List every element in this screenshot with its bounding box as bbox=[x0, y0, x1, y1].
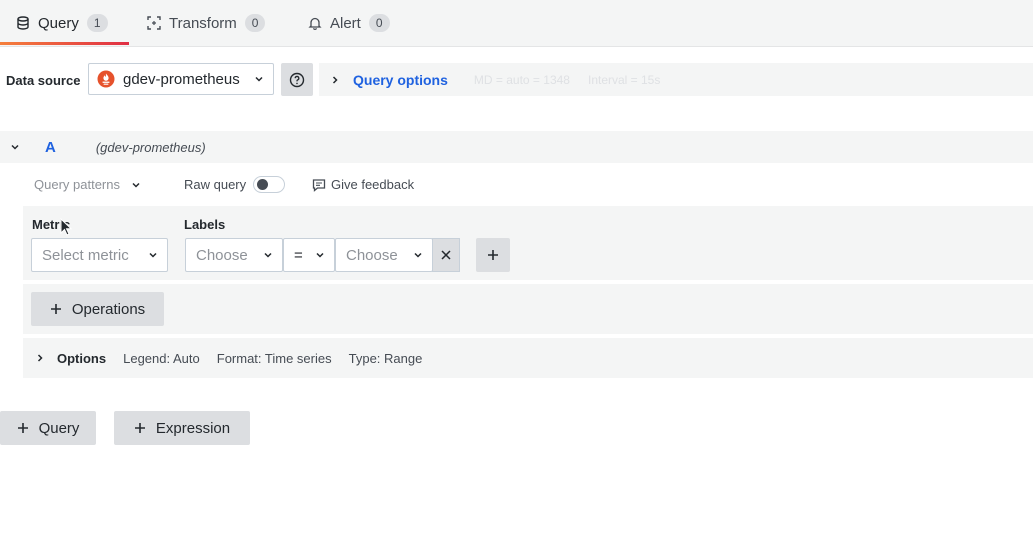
add-label-button[interactable] bbox=[476, 238, 510, 272]
add-expression-button[interactable]: Expression bbox=[114, 411, 250, 445]
tab-query-count: 1 bbox=[86, 14, 108, 32]
give-feedback-label: Give feedback bbox=[331, 177, 415, 192]
active-tab-indicator bbox=[0, 42, 129, 45]
metric-labels-panel bbox=[23, 206, 1033, 280]
query-ref-id[interactable]: A bbox=[45, 139, 56, 156]
options-row[interactable]: Options Legend: Auto Format: Time series… bbox=[23, 338, 1033, 378]
chevron-down-icon bbox=[147, 249, 159, 261]
label-operator: = bbox=[294, 246, 303, 264]
toggle-knob bbox=[257, 179, 268, 190]
options-format: Format: Time series bbox=[216, 350, 332, 366]
question-circle-icon bbox=[289, 72, 305, 88]
query-options-md: MD = auto = 1348 bbox=[473, 72, 570, 87]
add-query-label: Query bbox=[38, 419, 80, 437]
tab-transform-label: Transform bbox=[169, 14, 237, 32]
query-patterns-label: Query patterns bbox=[34, 177, 120, 192]
labels-label: Labels bbox=[184, 217, 226, 232]
options-title: Options bbox=[57, 350, 107, 366]
operations-label: Operations bbox=[71, 300, 146, 318]
tab-alert-label: Alert bbox=[330, 14, 361, 32]
close-icon bbox=[441, 250, 451, 260]
query-patterns-dropdown[interactable]: Query patterns bbox=[34, 177, 142, 192]
plus-icon bbox=[17, 422, 29, 434]
raw-query-toggle[interactable] bbox=[253, 176, 285, 193]
bell-icon bbox=[308, 16, 322, 30]
give-feedback-link[interactable]: Give feedback bbox=[312, 177, 414, 192]
datasource-picker[interactable]: gdev-prometheus bbox=[88, 63, 274, 95]
metric-placeholder: Select metric bbox=[42, 246, 129, 264]
add-query-button[interactable]: Query bbox=[0, 411, 96, 445]
metric-select[interactable]: Select metric bbox=[31, 238, 168, 272]
query-options-toggle[interactable]: Query options MD = auto = 1348 Interval … bbox=[319, 63, 1033, 96]
query-options-label: Query options bbox=[353, 71, 448, 88]
transform-icon bbox=[147, 16, 161, 30]
comment-icon bbox=[312, 178, 326, 192]
label-key-select[interactable]: Choose bbox=[185, 238, 283, 272]
chevron-down-icon bbox=[253, 73, 265, 85]
chevron-down-icon bbox=[412, 249, 424, 261]
options-legend: Legend: Auto bbox=[123, 350, 200, 366]
label-operator-select[interactable]: = bbox=[283, 238, 335, 272]
tab-query[interactable]: Query 1 bbox=[16, 0, 108, 46]
tab-query-label: Query bbox=[38, 14, 79, 32]
tab-alert[interactable]: Alert 0 bbox=[308, 0, 390, 46]
label-key-placeholder: Choose bbox=[196, 246, 248, 264]
datasource-label: Data source bbox=[6, 73, 81, 88]
plus-icon bbox=[487, 249, 499, 261]
query-row-header[interactable]: A (gdev-prometheus) bbox=[0, 131, 1033, 163]
chevron-down-icon bbox=[314, 249, 326, 261]
remove-label-button[interactable] bbox=[432, 238, 460, 272]
tab-transform-count: 0 bbox=[244, 14, 266, 32]
collapse-chevron-icon[interactable] bbox=[9, 141, 21, 153]
mouse-cursor-icon bbox=[60, 218, 72, 236]
chevron-down-icon bbox=[130, 179, 142, 191]
datasource-help-button[interactable] bbox=[281, 63, 313, 96]
prometheus-icon bbox=[97, 70, 115, 88]
plus-icon bbox=[134, 422, 146, 434]
raw-query-label: Raw query bbox=[184, 177, 247, 192]
label-value-placeholder: Choose bbox=[346, 246, 398, 264]
chevron-right-icon bbox=[34, 352, 46, 364]
options-type: Type: Range bbox=[348, 350, 423, 366]
query-row-datasource: (gdev-prometheus) bbox=[95, 139, 206, 155]
chevron-down-icon bbox=[262, 249, 274, 261]
tab-alert-count: 0 bbox=[368, 14, 390, 32]
datasource-selected: gdev-prometheus bbox=[123, 70, 240, 88]
query-options-interval: Interval = 15s bbox=[587, 72, 661, 87]
add-expression-label: Expression bbox=[155, 419, 231, 437]
tab-transform[interactable]: Transform 0 bbox=[147, 0, 266, 46]
plus-icon bbox=[50, 303, 62, 315]
database-icon bbox=[16, 16, 30, 30]
label-value-select[interactable]: Choose bbox=[335, 238, 433, 272]
operations-panel bbox=[23, 284, 1033, 334]
add-operation-button[interactable]: Operations bbox=[31, 292, 164, 326]
chevron-right-icon bbox=[329, 74, 341, 86]
